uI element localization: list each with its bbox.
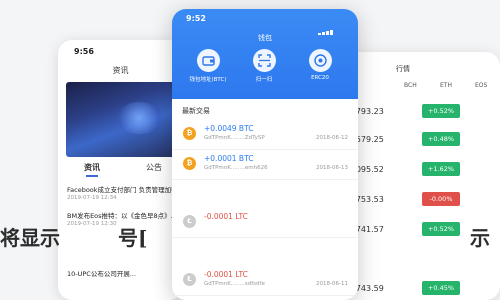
tx-address: GdTPmnK........emh626 (204, 165, 268, 171)
erc20-button[interactable]: ERC20 (300, 49, 340, 81)
watermark-text-left: 将显示 (0, 226, 60, 250)
news-title: BM发布Eos推特：以《金色早8点》... (67, 212, 177, 220)
column-eos[interactable]: EOS (475, 82, 487, 89)
change-badge: +0.52% (422, 222, 460, 236)
change-badge: +0.48% (422, 132, 460, 146)
list-item[interactable]: ₿ +0.0001 BTC GdTPmnK........emh626 2018… (172, 151, 358, 180)
tx-amount: -0.0001 LTC (204, 212, 248, 221)
tx-amount: -0.0001 LTC (204, 270, 248, 279)
tab-news[interactable]: 资讯 (84, 162, 100, 177)
list-item[interactable]: Facebook成立支付部门 负责管理加密... 2019-07-19 12:3… (67, 186, 177, 201)
tx-time: 2018-06-12 (316, 135, 348, 141)
list-item[interactable]: Ł -0.0001 LTC GdTPmnK........sdfsdfe 201… (172, 267, 358, 296)
list-item[interactable]: 10-UPC公布公司开展... (67, 270, 177, 278)
wallet-header: 9:52 钱包 钱包地址(BTC) 扫一扫 ERC20 (172, 9, 358, 99)
tx-address: GdTPmnK........sdfsdfe (204, 281, 265, 287)
tx-time: 2018-06-13 (316, 165, 348, 171)
column-bch[interactable]: BCH (404, 82, 417, 89)
page-title: 资讯 (112, 66, 129, 75)
change-badge: +0.52% (422, 104, 460, 118)
page-title: 钱包 (258, 34, 272, 42)
tx-amount: +0.0001 BTC (204, 154, 254, 163)
token-icon (308, 49, 332, 72)
change-badge: +0.45% (422, 281, 460, 295)
news-date: 2019-07-19 12:34 (67, 195, 117, 201)
tx-amount: +0.0049 BTC (204, 124, 254, 133)
signal-icon (318, 16, 346, 35)
column-eth[interactable]: ETH (440, 82, 452, 89)
news-date: 2019-07-19 12:30 (67, 221, 117, 227)
change-badge: +1.62% (422, 162, 460, 176)
news-title: 10-UPC公布公司开展... (67, 270, 137, 278)
list-item[interactable]: BM发布Eos推特：以《金色早8点》... 2019-07-19 12:30 (67, 212, 177, 227)
erc20-label: ERC20 (311, 75, 329, 81)
scan-button[interactable]: 扫一扫 (244, 49, 284, 83)
wallet-phone: 9:52 钱包 钱包地址(BTC) 扫一扫 ERC20 最新交易 ₿ +0.00… (172, 9, 358, 300)
wallet-icon (196, 49, 220, 72)
litecoin-icon: Ł (183, 215, 196, 228)
status-time: 9:52 (186, 14, 206, 23)
change-badge: -0.00% (422, 192, 460, 206)
news-phone: 9:56 资讯 资讯 公告 Facebook成立支付部门 负责管理加密... 2… (58, 40, 183, 300)
tx-time: 2018-06-11 (316, 281, 348, 287)
scan-icon (252, 49, 276, 72)
wallet-address-button[interactable]: 钱包地址(BTC) (188, 49, 228, 83)
list-item[interactable]: ₿ +0.0049 BTC GdTPmnK........ZdTySP 2018… (172, 121, 358, 150)
bitcoin-icon: ₿ (183, 157, 196, 170)
list-item[interactable]: Ł -0.0001 LTC (172, 209, 358, 238)
news-banner-image[interactable] (66, 82, 176, 157)
litecoin-icon: Ł (183, 273, 196, 286)
tx-address: GdTPmnK........ZdTySP (204, 135, 265, 141)
wallet-address-label: 钱包地址(BTC) (189, 77, 227, 83)
bitcoin-icon: ₿ (183, 127, 196, 140)
news-tabs: 资讯 公告 (58, 162, 183, 178)
status-time: 9:56 (74, 47, 94, 56)
section-title: 最新交易 (182, 107, 210, 115)
news-title: Facebook成立支付部门 负责管理加密... (67, 186, 177, 194)
scan-label: 扫一扫 (255, 77, 273, 83)
tab-announcements[interactable]: 公告 (146, 162, 162, 173)
page-title: 行情 (396, 65, 410, 73)
